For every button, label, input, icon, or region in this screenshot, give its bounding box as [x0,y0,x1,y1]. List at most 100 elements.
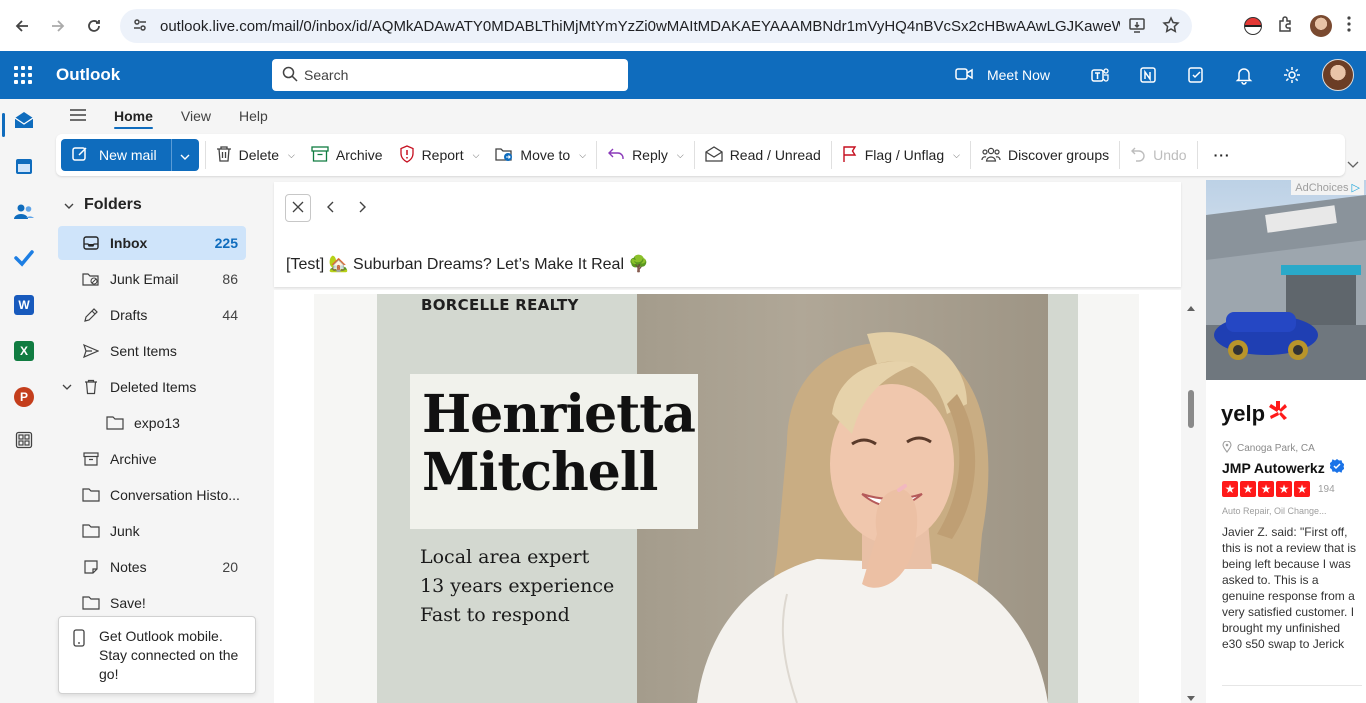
ribbon-expand-chevron-icon[interactable] [1347,156,1359,172]
chevron-down-icon [180,147,190,163]
onenote-feed-icon[interactable] [1124,51,1172,99]
bookmark-star-icon[interactable] [1162,16,1180,37]
chevron-down-icon[interactable]: ⌵ [473,150,480,161]
account-avatar[interactable] [1322,59,1354,91]
folder-save[interactable]: Save! [58,586,246,620]
more-options-button[interactable]: ··· [1200,139,1245,171]
settings-gear-icon[interactable] [1268,51,1316,99]
site-info-icon[interactable] [132,17,148,36]
tab-help[interactable]: Help [225,99,282,133]
tab-view[interactable]: View [167,99,225,133]
rail-mail[interactable] [0,103,48,139]
chevron-down-icon[interactable] [62,382,72,393]
app-launcher-icon[interactable] [14,66,32,84]
ad-pane[interactable]: AdChoices ▷ yelp Canoga Park, CA JMP Aut… [1206,180,1366,703]
ad-review-quote[interactable]: Javier Z. said: "First off, this is not … [1222,524,1358,652]
next-message-button[interactable] [351,196,375,220]
flag-unflag-button[interactable]: Flag / Unflag ⌵ [834,139,968,171]
discover-groups-button[interactable]: Discover groups [973,139,1117,171]
ad-choices-link[interactable]: AdChoices ▷ [1291,180,1364,195]
chevron-down-icon[interactable]: ⌵ [579,150,586,161]
browser-profile-avatar[interactable] [1310,14,1332,37]
folder-notes[interactable]: Notes 20 [58,550,246,584]
ad-location: Canoga Park, CA [1222,440,1315,456]
scroll-down-icon[interactable] [1187,688,1195,703]
scroll-up-icon[interactable] [1187,298,1195,314]
folder-label: Notes [110,559,147,575]
undo-button[interactable]: Undo [1122,139,1194,171]
folder-label: Conversation Histo... [110,487,240,503]
unread-count: 20 [222,559,238,575]
my-day-icon[interactable] [1172,51,1220,99]
rail-word[interactable]: W [0,287,48,323]
mobile-phone-icon [73,629,85,652]
url-text: outlook.live.com/mail/0/inbox/id/AQMkADA… [160,17,1120,35]
excel-icon: X [14,341,34,361]
message-body: BORCELLE REALTY Henrietta Mitchell Local… [274,290,1181,703]
report-button[interactable]: Report ⌵ [391,139,488,171]
meet-now-button[interactable]: Meet Now [955,67,1050,84]
folders-header[interactable]: Folders [64,196,142,214]
tab-home[interactable]: Home [100,99,167,133]
agent-last-name: Mitchell [422,442,658,503]
agent-photo [637,294,1048,703]
reply-button[interactable]: Reply ⌵ [599,139,692,171]
rail-people[interactable] [0,195,48,231]
notifications-bell-icon[interactable] [1220,51,1268,99]
rail-more-apps[interactable] [0,423,48,459]
chevron-down-icon[interactable]: ⌵ [288,150,295,161]
archive-button[interactable]: Archive [303,139,391,171]
ad-shop-photo[interactable] [1206,180,1366,380]
delete-button[interactable]: Delete ⌵ [208,139,303,171]
extensions-puzzle-icon[interactable] [1276,14,1296,37]
folder-archive[interactable]: Archive [58,442,246,476]
previous-message-button[interactable] [318,196,342,220]
groups-icon [981,146,1001,165]
search-input[interactable] [304,67,604,83]
browser-menu-icon[interactable] [1346,15,1352,36]
rating-star-icon: ★ [1258,481,1274,497]
folder-inbox[interactable]: Inbox 225 [58,226,246,260]
reload-icon[interactable] [76,8,112,44]
chevron-down-icon[interactable]: ⌵ [953,150,960,161]
forward-icon[interactable] [40,8,76,44]
scrollbar-thumb[interactable] [1188,390,1194,428]
extension-pokeball-icon[interactable] [1244,16,1262,35]
new-mail-button[interactable]: New mail [61,139,171,171]
chevron-down-icon[interactable]: ⌵ [677,150,684,161]
rail-powerpoint[interactable]: P [0,379,48,415]
address-bar[interactable]: outlook.live.com/mail/0/inbox/id/AQMkADA… [120,9,1192,43]
move-to-button[interactable]: Move to ⌵ [487,139,594,171]
ad-business-name[interactable]: JMP Autowerkz [1222,459,1345,476]
app-name[interactable]: Outlook [56,65,120,85]
read-unread-button[interactable]: Read / Unread [697,139,829,171]
folder-deleted-items[interactable]: Deleted Items [58,370,246,404]
new-mail-label: New mail [99,147,157,163]
folder-label: Inbox [110,235,148,251]
search-icon [282,66,298,85]
folder-junk[interactable]: Junk [58,514,246,548]
folder-pane: Folders Inbox 225 Junk Email 86 Drafts 4… [48,180,272,703]
folder-junk-email[interactable]: Junk Email 86 [58,262,246,296]
teams-icon[interactable] [1076,51,1124,99]
rating-star-icon: ★ [1240,481,1256,497]
search-box[interactable] [272,59,628,91]
folder-expo13[interactable]: expo13 [58,406,246,440]
install-app-icon[interactable] [1128,16,1146,37]
reading-pane-scrollbar[interactable] [1183,290,1199,703]
rail-calendar[interactable] [0,149,48,185]
folder-drafts[interactable]: Drafts 44 [58,298,246,332]
folder-label: Archive [110,451,157,467]
chevron-right-icon [359,200,367,216]
navigation-pane-toggle[interactable] [56,108,100,125]
back-icon[interactable] [4,8,40,44]
folder-label: Junk [110,523,140,539]
get-outlook-mobile-card[interactable]: Get Outlook mobile. Stay connected on th… [58,616,256,694]
new-mail-dropdown[interactable] [170,139,199,171]
rail-excel[interactable]: X [0,333,48,369]
folder-conversation-history[interactable]: Conversation Histo... [58,478,246,512]
close-message-button[interactable] [285,194,311,222]
folder-sent-items[interactable]: Sent Items [58,334,246,368]
rail-todo[interactable] [0,241,48,277]
folder-icon [82,596,100,610]
